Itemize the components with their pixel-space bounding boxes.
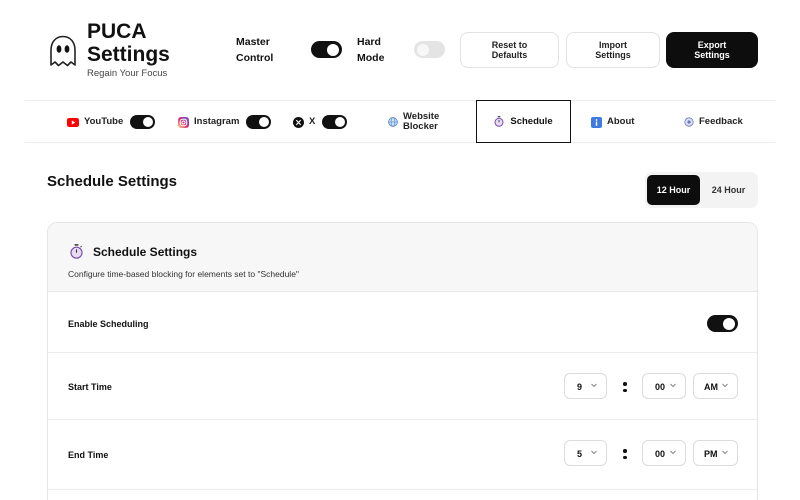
x-logo-icon (293, 116, 304, 128)
end-hour-select[interactable]: 5 (564, 440, 607, 466)
tab-schedule-label: Schedule (510, 116, 553, 127)
format-12-hour-button[interactable]: 12 Hour (647, 175, 700, 205)
start-hour-select[interactable]: 9 (564, 373, 607, 399)
end-hour-value: 5 (577, 449, 583, 459)
app-subtitle: Regain Your Focus (87, 68, 168, 79)
tab-website-blocker[interactable]: Website Blocker (388, 101, 439, 143)
hard-mode-label-line2: Mode (357, 52, 385, 64)
chevron-down-icon (722, 450, 728, 455)
start-hour-value: 9 (577, 382, 583, 392)
card-title: Schedule Settings (93, 245, 198, 259)
hard-mode-label-line1: Hard (357, 36, 381, 48)
tab-x[interactable]: X (293, 101, 348, 143)
master-control-label-line2: Control (236, 52, 274, 64)
reset-button-line1: Reset to (491, 40, 528, 50)
toggle-knob (327, 43, 339, 56)
app-title: PUCA Settings (87, 20, 170, 66)
start-time-label: Start Time (68, 382, 112, 392)
toggle-knob (723, 317, 735, 330)
globe-icon (388, 117, 398, 127)
chevron-down-icon (591, 450, 597, 455)
ghost-logo-icon (50, 35, 76, 67)
chevron-down-icon (670, 383, 676, 388)
enable-scheduling-toggle[interactable] (707, 315, 738, 332)
end-period-value: PM (704, 449, 718, 459)
youtube-icon (67, 117, 79, 127)
youtube-toggle[interactable] (130, 115, 156, 129)
end-period-select[interactable]: PM (693, 440, 738, 466)
chevron-down-icon (591, 383, 597, 388)
tab-instagram-label: Instagram (194, 116, 240, 127)
toggle-knob (335, 117, 346, 127)
schedule-settings-card: Schedule Settings Configure time-based b… (47, 222, 758, 500)
start-minute-value: 00 (655, 382, 666, 392)
stopwatch-icon (494, 116, 504, 127)
import-settings-button[interactable]: Import Settings (566, 32, 660, 68)
time-format-selector: 12 Hour 24 Hour (645, 172, 758, 208)
instagram-toggle[interactable] (246, 115, 272, 129)
chevron-down-icon (722, 383, 728, 388)
export-settings-button[interactable]: Export Settings (666, 32, 758, 68)
end-time-label: End Time (68, 450, 109, 460)
end-minute-select[interactable]: 00 (642, 440, 686, 466)
toggle-knob (417, 43, 429, 56)
enable-scheduling-label: Enable Scheduling (68, 319, 149, 329)
tab-youtube[interactable]: YouTube (67, 101, 156, 143)
time-separator (623, 449, 627, 461)
info-icon (591, 116, 602, 128)
reset-defaults-button[interactable]: Reset to Defaults (460, 32, 559, 68)
enable-scheduling-row: Enable Scheduling (48, 292, 757, 353)
start-period-value: AM (704, 382, 718, 392)
toggle-knob (259, 117, 270, 127)
import-button-line2: Settings (595, 50, 631, 60)
card-header: Schedule Settings Configure time-based b… (48, 223, 757, 292)
tab-feedback-label: Feedback (699, 116, 743, 127)
reset-button-line2: Defaults (491, 50, 528, 60)
page-title: Schedule Settings (47, 173, 178, 190)
hard-mode-toggle[interactable] (414, 41, 445, 58)
tab-about[interactable]: About (591, 101, 634, 143)
stopwatch-icon (70, 244, 83, 259)
start-time-row: Start Time 9 00 AM (48, 353, 757, 420)
card-description: Configure time-based blocking for elemen… (68, 269, 299, 279)
tab-youtube-label: YouTube (84, 116, 124, 127)
website-blocker-label-line2: Blocker (403, 121, 438, 132)
start-period-select[interactable]: AM (693, 373, 738, 399)
header: PUCA Settings Regain Your Focus Master C… (0, 0, 800, 100)
tab-schedule[interactable]: Schedule (476, 100, 571, 143)
import-button-line1: Import (598, 40, 627, 50)
end-time-row: End Time 5 00 PM (48, 420, 757, 490)
start-minute-select[interactable]: 00 (642, 373, 686, 399)
toggle-knob (143, 117, 154, 127)
tab-feedback[interactable]: Feedback (684, 101, 743, 143)
instagram-icon (178, 116, 189, 128)
app-title-line2: Settings (87, 43, 170, 66)
format-24-hour-button[interactable]: 24 Hour (702, 175, 755, 205)
master-control-label-line1: Master (236, 36, 270, 48)
tab-x-label: X (309, 116, 316, 127)
feedback-icon (684, 117, 694, 127)
chevron-down-icon (670, 450, 676, 455)
export-button-line1: Export (697, 40, 727, 50)
master-control-label: Master Control (236, 34, 273, 66)
tab-about-label: About (607, 116, 635, 127)
time-separator (623, 382, 627, 394)
x-toggle[interactable] (322, 115, 348, 129)
export-button-line2: Settings (694, 50, 730, 60)
end-minute-value: 00 (655, 449, 666, 459)
hard-mode-label: Hard Mode (357, 34, 384, 66)
tab-website-blocker-label: Website Blocker (403, 112, 439, 132)
app-title-line1: PUCA (87, 20, 147, 43)
master-control-toggle[interactable] (311, 41, 342, 58)
tab-instagram[interactable]: Instagram (178, 101, 272, 143)
tab-bar: YouTube Instagram X Website Blocker Abou… (25, 100, 775, 143)
